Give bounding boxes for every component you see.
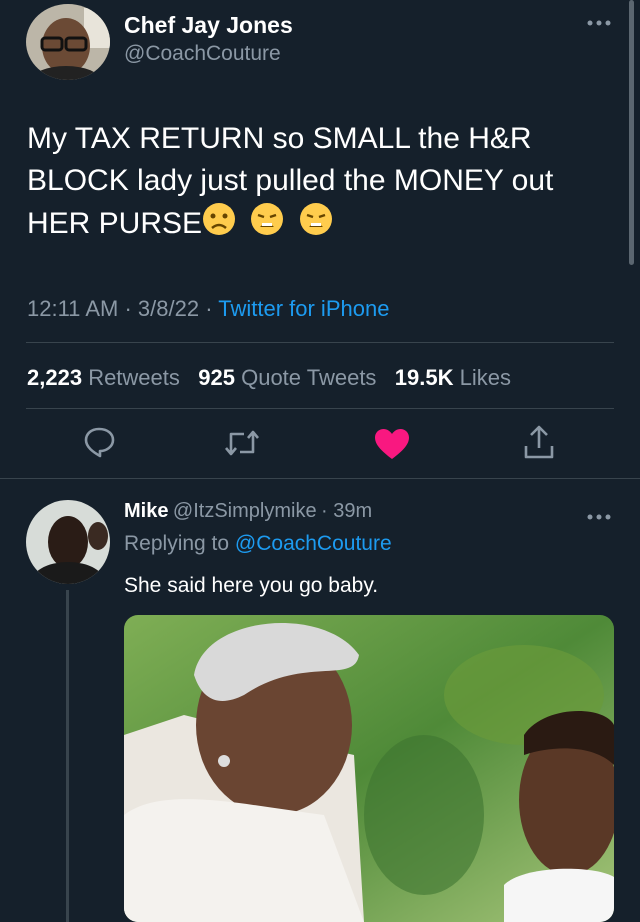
more-icon[interactable] xyxy=(586,508,612,526)
tweet-time: 12:11 AM xyxy=(27,296,119,321)
tweet-text: My TAX RETURN so SMALL the H&R BLOCK lad… xyxy=(27,118,617,248)
quotes-stat[interactable]: 925 Quote Tweets xyxy=(198,365,376,390)
separator: · xyxy=(124,296,132,321)
thread-line xyxy=(66,590,69,922)
tweet-body: My TAX RETURN so SMALL the H&R BLOCK lad… xyxy=(27,122,554,240)
frowning-face-icon xyxy=(202,202,236,248)
reply-avatar[interactable] xyxy=(26,500,110,584)
divider xyxy=(0,478,640,479)
divider xyxy=(26,408,614,409)
reply-text: She said here you go baby. xyxy=(124,574,379,597)
share-icon[interactable] xyxy=(522,424,556,465)
replying-to: Replying to @CoachCouture xyxy=(124,532,392,556)
like-icon[interactable] xyxy=(374,428,410,465)
likes-count: 19.5K xyxy=(394,365,454,390)
reply-author-name[interactable]: Mike xyxy=(124,500,168,522)
author-name[interactable]: Chef Jay Jones xyxy=(124,12,293,39)
retweet-icon[interactable] xyxy=(222,427,262,464)
divider xyxy=(26,342,614,343)
reply-header: Mike @ItzSimplymike · 39m xyxy=(124,500,372,523)
separator: · xyxy=(205,296,213,321)
tweet-date: 3/8/22 xyxy=(137,296,200,321)
author-avatar[interactable] xyxy=(26,4,110,80)
retweets-count: 2,223 xyxy=(27,365,83,390)
reply-author-handle[interactable]: @ItzSimplymike xyxy=(173,500,317,522)
likes-label: Likes xyxy=(459,365,511,390)
reply-photo[interactable] xyxy=(124,615,614,922)
likes-stat[interactable]: 19.5K Likes xyxy=(395,365,511,390)
author-handle[interactable]: @CoachCouture xyxy=(124,42,281,66)
weary-face-icon xyxy=(299,202,333,248)
more-icon[interactable] xyxy=(586,14,612,32)
quotes-label: Quote Tweets xyxy=(241,365,377,390)
weary-face-icon xyxy=(250,202,284,248)
reply-icon[interactable] xyxy=(82,425,116,464)
tweet-stats: 2,223 Retweets 925 Quote Tweets 19.5K Li… xyxy=(27,365,511,391)
quotes-count: 925 xyxy=(198,365,235,390)
retweets-label: Retweets xyxy=(88,365,180,390)
replying-prefix: Replying to xyxy=(124,532,230,555)
retweets-stat[interactable]: 2,223 Retweets xyxy=(27,365,180,390)
reply-age: · 39m xyxy=(321,500,373,522)
scrollbar[interactable] xyxy=(629,0,634,265)
tweet-meta: 12:11 AM · 3/8/22 · Twitter for iPhone xyxy=(27,296,389,322)
replying-handle-link[interactable]: @CoachCouture xyxy=(235,532,392,555)
tweet-source-link[interactable]: Twitter for iPhone xyxy=(218,296,389,321)
